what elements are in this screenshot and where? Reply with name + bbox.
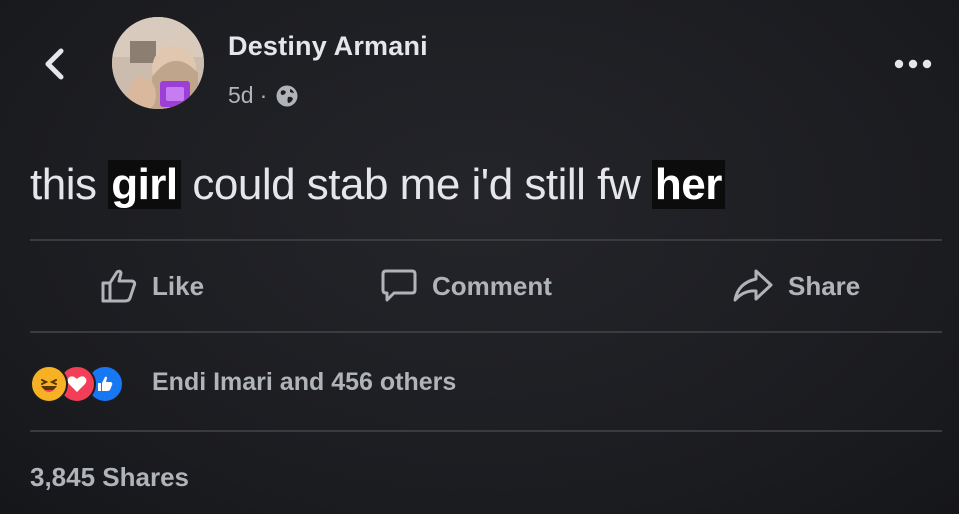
share-label: Share [788,270,861,301]
shares-count[interactable]: 3,845 Shares [30,462,189,493]
share-button[interactable]: Share [732,268,860,304]
post-text-highlight: her [651,160,725,209]
comment-label: Comment [432,270,552,301]
meta-separator: · [259,82,268,108]
like-button[interactable]: Like [100,268,204,304]
comment-icon [381,269,417,302]
divider [30,331,942,333]
share-arrow-icon [733,269,773,302]
reactions-text: Endi Imari and 456 others [152,367,457,396]
more-horizontal-icon [894,59,932,69]
more-options-button[interactable] [888,52,938,76]
like-label: Like [152,270,205,301]
author-name[interactable]: Destiny Armani [228,31,428,62]
post-text-part: this [30,160,109,209]
post-meta: 5d · [228,82,299,109]
post-text-part: could stab me i'd still fw [180,160,652,209]
avatar[interactable] [112,17,204,109]
divider [30,239,942,241]
comment-button[interactable]: Comment [380,268,552,304]
reactions-summary[interactable]: Endi Imari and 456 others [30,362,457,403]
action-bar: Like Comment Share [0,258,959,320]
reaction-icons [30,362,140,403]
post-text-highlight: girl [108,160,181,209]
chevron-left-icon [45,48,64,80]
post-time[interactable]: 5d [228,82,254,109]
back-button[interactable] [36,44,72,84]
globe-icon [276,85,298,106]
thumbs-up-icon [101,269,137,303]
post-screen: Destiny Armani 5d · this girl could stab… [0,0,959,514]
post-text: this girl could stab me i'd still fw her [30,160,725,210]
haha-icon [30,365,68,403]
divider [30,430,942,432]
profile-photo [112,17,204,109]
